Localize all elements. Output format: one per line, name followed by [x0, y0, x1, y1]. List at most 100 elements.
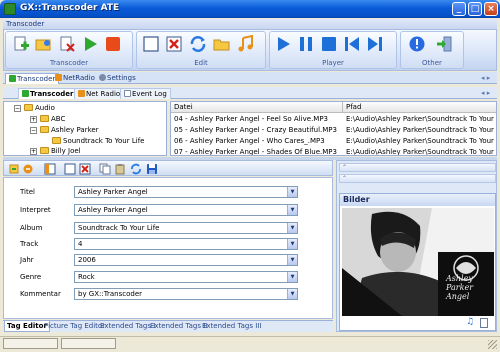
- collapsible-bar[interactable]: ⌃: [339, 174, 496, 183]
- cell-datei: 07 - Ashley Parker Angel - Shades Of Blu…: [174, 148, 337, 156]
- next-icon[interactable]: [366, 35, 384, 53]
- field-genre[interactable]: Rock ▼: [74, 271, 298, 283]
- label-genre: Genre: [20, 273, 42, 281]
- tree-item-audio[interactable]: Audio: [24, 104, 55, 113]
- maximize-button[interactable]: □: [468, 2, 482, 16]
- subtab-net-radio[interactable]: Net Radio: [74, 88, 125, 99]
- ribbon-group-edit: Edit: [136, 31, 266, 69]
- chevron-down-icon[interactable]: ▼: [287, 272, 297, 282]
- status-panel: [3, 338, 58, 349]
- exit-icon[interactable]: [435, 35, 453, 53]
- cell-pfad: E:\Audio\Ashley Parker\Soundtrack To You…: [346, 137, 496, 145]
- tree-item-abc[interactable]: ABC: [40, 115, 65, 124]
- collapsible-bar[interactable]: ⌃: [339, 163, 496, 172]
- label-titel: Titel: [20, 188, 36, 196]
- close-button[interactable]: ×: [484, 2, 498, 16]
- table-row[interactable]: 06 - Ashley Parker Angel - Who Cares_.MP…: [171, 136, 496, 147]
- read-tags-icon[interactable]: [8, 163, 20, 175]
- ribbon-caption: Transcoder: [3, 19, 497, 29]
- cell-pfad: E:\Audio\Ashley Parker\Soundtrack To You…: [346, 148, 496, 156]
- save-icon[interactable]: [146, 163, 158, 175]
- delete-icon[interactable]: [165, 35, 183, 53]
- column-header-pfad[interactable]: Pfad: [343, 102, 496, 113]
- select-icon[interactable]: [142, 35, 160, 53]
- remove-file-icon[interactable]: [58, 35, 76, 53]
- right-panel: ⌃ ⌃ Bilder Ashley Parker Angel ♫: [336, 160, 497, 332]
- table-row[interactable]: 07 - Ashley Parker Angel - Shades Of Blu…: [171, 147, 496, 156]
- info-icon[interactable]: [408, 35, 426, 53]
- tab-settings[interactable]: Settings: [96, 73, 139, 84]
- tab-extended-tags-3[interactable]: Extended Tags III: [200, 321, 263, 332]
- transcoder-icon: [22, 90, 29, 97]
- gear-icon: [99, 74, 106, 81]
- chevron-down-icon[interactable]: ▼: [287, 223, 297, 233]
- select-icon[interactable]: [64, 163, 76, 175]
- chevron-down-icon[interactable]: ▼: [287, 289, 297, 299]
- tree-item-billy-joel[interactable]: Billy Joel: [40, 147, 81, 155]
- open-folder-icon[interactable]: [213, 35, 231, 53]
- folder-tree[interactable]: − Audio + ABC − Ashley Parker Soundtrack…: [3, 101, 167, 156]
- folder-icon: [40, 126, 49, 133]
- add-folder-icon[interactable]: [35, 35, 53, 53]
- table-row[interactable]: 05 - Ashley Parker Angel - Crazy Beautif…: [171, 125, 496, 136]
- minimize-button[interactable]: _: [452, 2, 466, 16]
- field-kommentar[interactable]: by GX::Transcoder ▼: [74, 288, 298, 300]
- title-bar: GX::Transcoder ATE _ □ ×: [0, 0, 500, 18]
- refresh-icon[interactable]: [130, 163, 142, 175]
- log-icon: [124, 90, 131, 97]
- transcoder-icon: [9, 75, 16, 82]
- tag-toolbar: [3, 160, 333, 176]
- table-row[interactable]: 04 - Ashley Parker Angel - Feel So Alive…: [171, 114, 496, 125]
- refresh-icon[interactable]: [189, 35, 207, 53]
- expand-icon[interactable]: +: [30, 148, 37, 155]
- subtab-scroll-arrows[interactable]: ◂ ▸: [481, 89, 490, 97]
- chevron-down-icon[interactable]: ▼: [287, 187, 297, 197]
- start-transcode-icon[interactable]: [81, 35, 99, 53]
- cell-datei: 05 - Ashley Parker Angel - Crazy Beautif…: [174, 126, 337, 134]
- copy-icon[interactable]: [99, 163, 111, 175]
- document-icon[interactable]: [480, 318, 488, 328]
- chevron-icon: ⌃: [342, 175, 348, 182]
- tree-item-ashley-parker[interactable]: Ashley Parker: [40, 126, 99, 135]
- resize-grip-icon[interactable]: [488, 340, 497, 349]
- play-icon[interactable]: [274, 35, 292, 53]
- collapse-icon[interactable]: −: [14, 105, 21, 112]
- tree-item-soundtrack[interactable]: Soundtrack To Your Life: [52, 137, 144, 146]
- field-jahr[interactable]: 2006 ▼: [74, 254, 298, 266]
- subtab-transcoder[interactable]: Transcoder: [18, 88, 78, 99]
- chevron-down-icon[interactable]: ▼: [287, 205, 297, 215]
- label-track: Track: [20, 240, 39, 248]
- field-track[interactable]: 4 ▼: [74, 238, 298, 250]
- paste-icon[interactable]: [114, 163, 126, 175]
- music-note-icon[interactable]: [237, 35, 255, 53]
- write-tags-icon[interactable]: [22, 163, 34, 175]
- tab-netradio[interactable]: NetRadio: [52, 73, 98, 84]
- pause-icon[interactable]: [297, 35, 315, 53]
- label-interpret: Interpret: [20, 206, 51, 214]
- field-interpret[interactable]: Ashley Parker Angel ▼: [74, 204, 298, 216]
- tag-editor-form: Titel Ashley Parker Angel ▼ Interpret Ash…: [3, 177, 333, 319]
- columns-icon[interactable]: [44, 163, 56, 175]
- field-album[interactable]: Soundtrack To Your Life ▼: [74, 222, 298, 234]
- field-titel[interactable]: Ashley Parker Angel ▼: [74, 186, 298, 198]
- delete-icon[interactable]: [79, 163, 91, 175]
- chevron-down-icon[interactable]: ▼: [287, 255, 297, 265]
- expand-icon[interactable]: +: [30, 116, 37, 123]
- radio-icon: [78, 90, 85, 97]
- subtab-event-log[interactable]: Event Log: [120, 88, 171, 99]
- stop-transcode-icon[interactable]: [104, 35, 122, 53]
- previous-icon[interactable]: [343, 35, 361, 53]
- bilder-panel: Bilder Ashley Parker Angel ♫: [339, 193, 496, 331]
- file-grid[interactable]: Datei Pfad 04 - Ashley Parker Angel - Fe…: [170, 101, 497, 156]
- stop-icon[interactable]: [320, 35, 338, 53]
- add-file-icon[interactable]: [12, 35, 30, 53]
- collapse-icon[interactable]: −: [30, 127, 37, 134]
- folder-icon: [52, 137, 61, 144]
- music-note-icon[interactable]: ♫: [466, 318, 475, 327]
- chevron-down-icon[interactable]: ▼: [287, 239, 297, 249]
- ribbon-group-transcoder: Transcoder: [5, 31, 133, 69]
- tab-scroll-arrows[interactable]: ◂ ▸: [481, 74, 490, 82]
- label-album: Album: [20, 224, 43, 232]
- column-header-datei[interactable]: Datei: [171, 102, 343, 113]
- chevron-icon: ⌃: [342, 164, 348, 171]
